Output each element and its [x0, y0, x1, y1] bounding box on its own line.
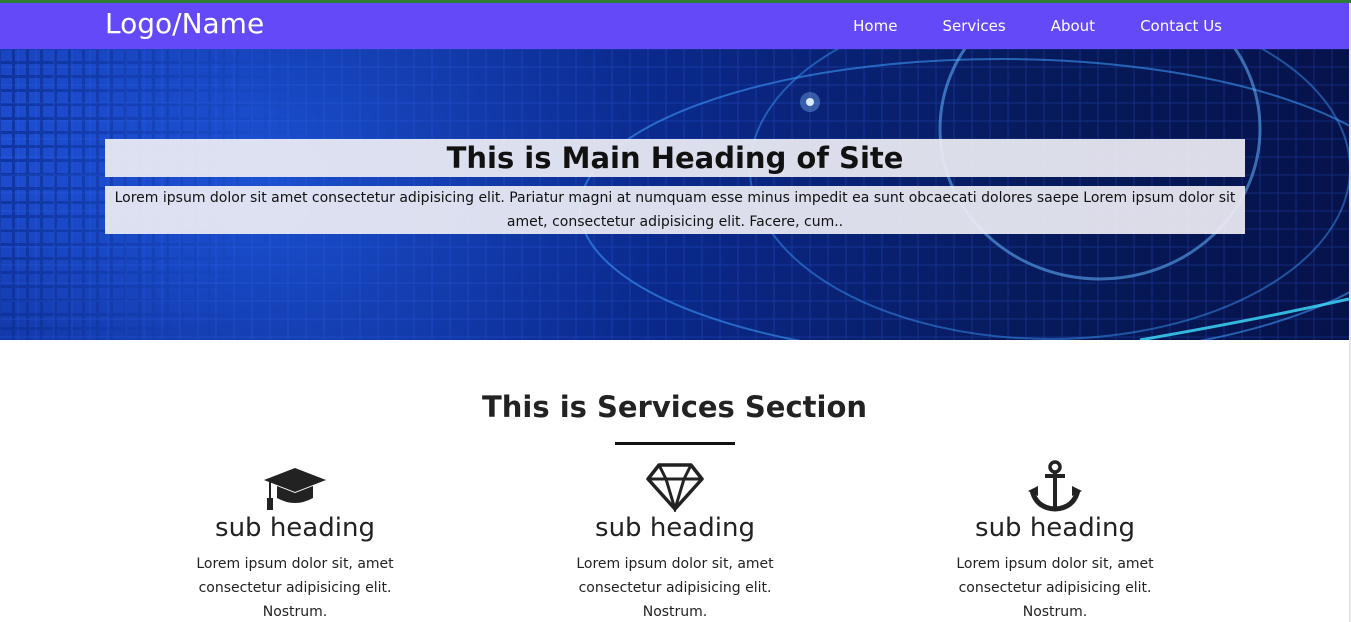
service-text: Lorem ipsum dolor sit, amet consectetur … — [196, 556, 394, 620]
hero-description: Lorem ipsum dolor sit amet consectetur a… — [105, 186, 1245, 234]
graduation-cap-icon — [105, 458, 485, 512]
services-title: This is Services Section — [481, 390, 868, 424]
navbar: Logo/Name Home Services About Contact Us — [0, 3, 1349, 49]
service-heading: sub heading — [215, 513, 375, 543]
nav-home[interactable]: Home — [853, 3, 897, 49]
main-nav: Home Services About Contact Us — [808, 3, 1222, 49]
anchor-icon — [865, 458, 1245, 512]
nav-services[interactable]: Services — [942, 3, 1005, 49]
service-heading: sub heading — [975, 513, 1135, 543]
title-underline — [615, 442, 735, 445]
nav-about[interactable]: About — [1051, 3, 1095, 49]
nav-contact-us[interactable]: Contact Us — [1140, 3, 1222, 49]
service-card: sub heading Lorem ipsum dolor sit, amet … — [485, 458, 865, 622]
main-heading: This is Main Heading of Site — [105, 139, 1245, 177]
service-card: sub heading Lorem ipsum dolor sit, amet … — [105, 458, 485, 622]
service-card: sub heading Lorem ipsum dolor sit, amet … — [865, 458, 1245, 622]
service-heading: sub heading — [595, 513, 755, 543]
hero-banner: This is Main Heading of Site Lorem ipsum… — [0, 49, 1349, 340]
service-text: Lorem ipsum dolor sit, amet consectetur … — [956, 556, 1154, 620]
diamond-icon — [485, 458, 865, 512]
logo[interactable]: Logo/Name — [105, 5, 264, 43]
service-text: Lorem ipsum dolor sit, amet consectetur … — [576, 556, 774, 620]
